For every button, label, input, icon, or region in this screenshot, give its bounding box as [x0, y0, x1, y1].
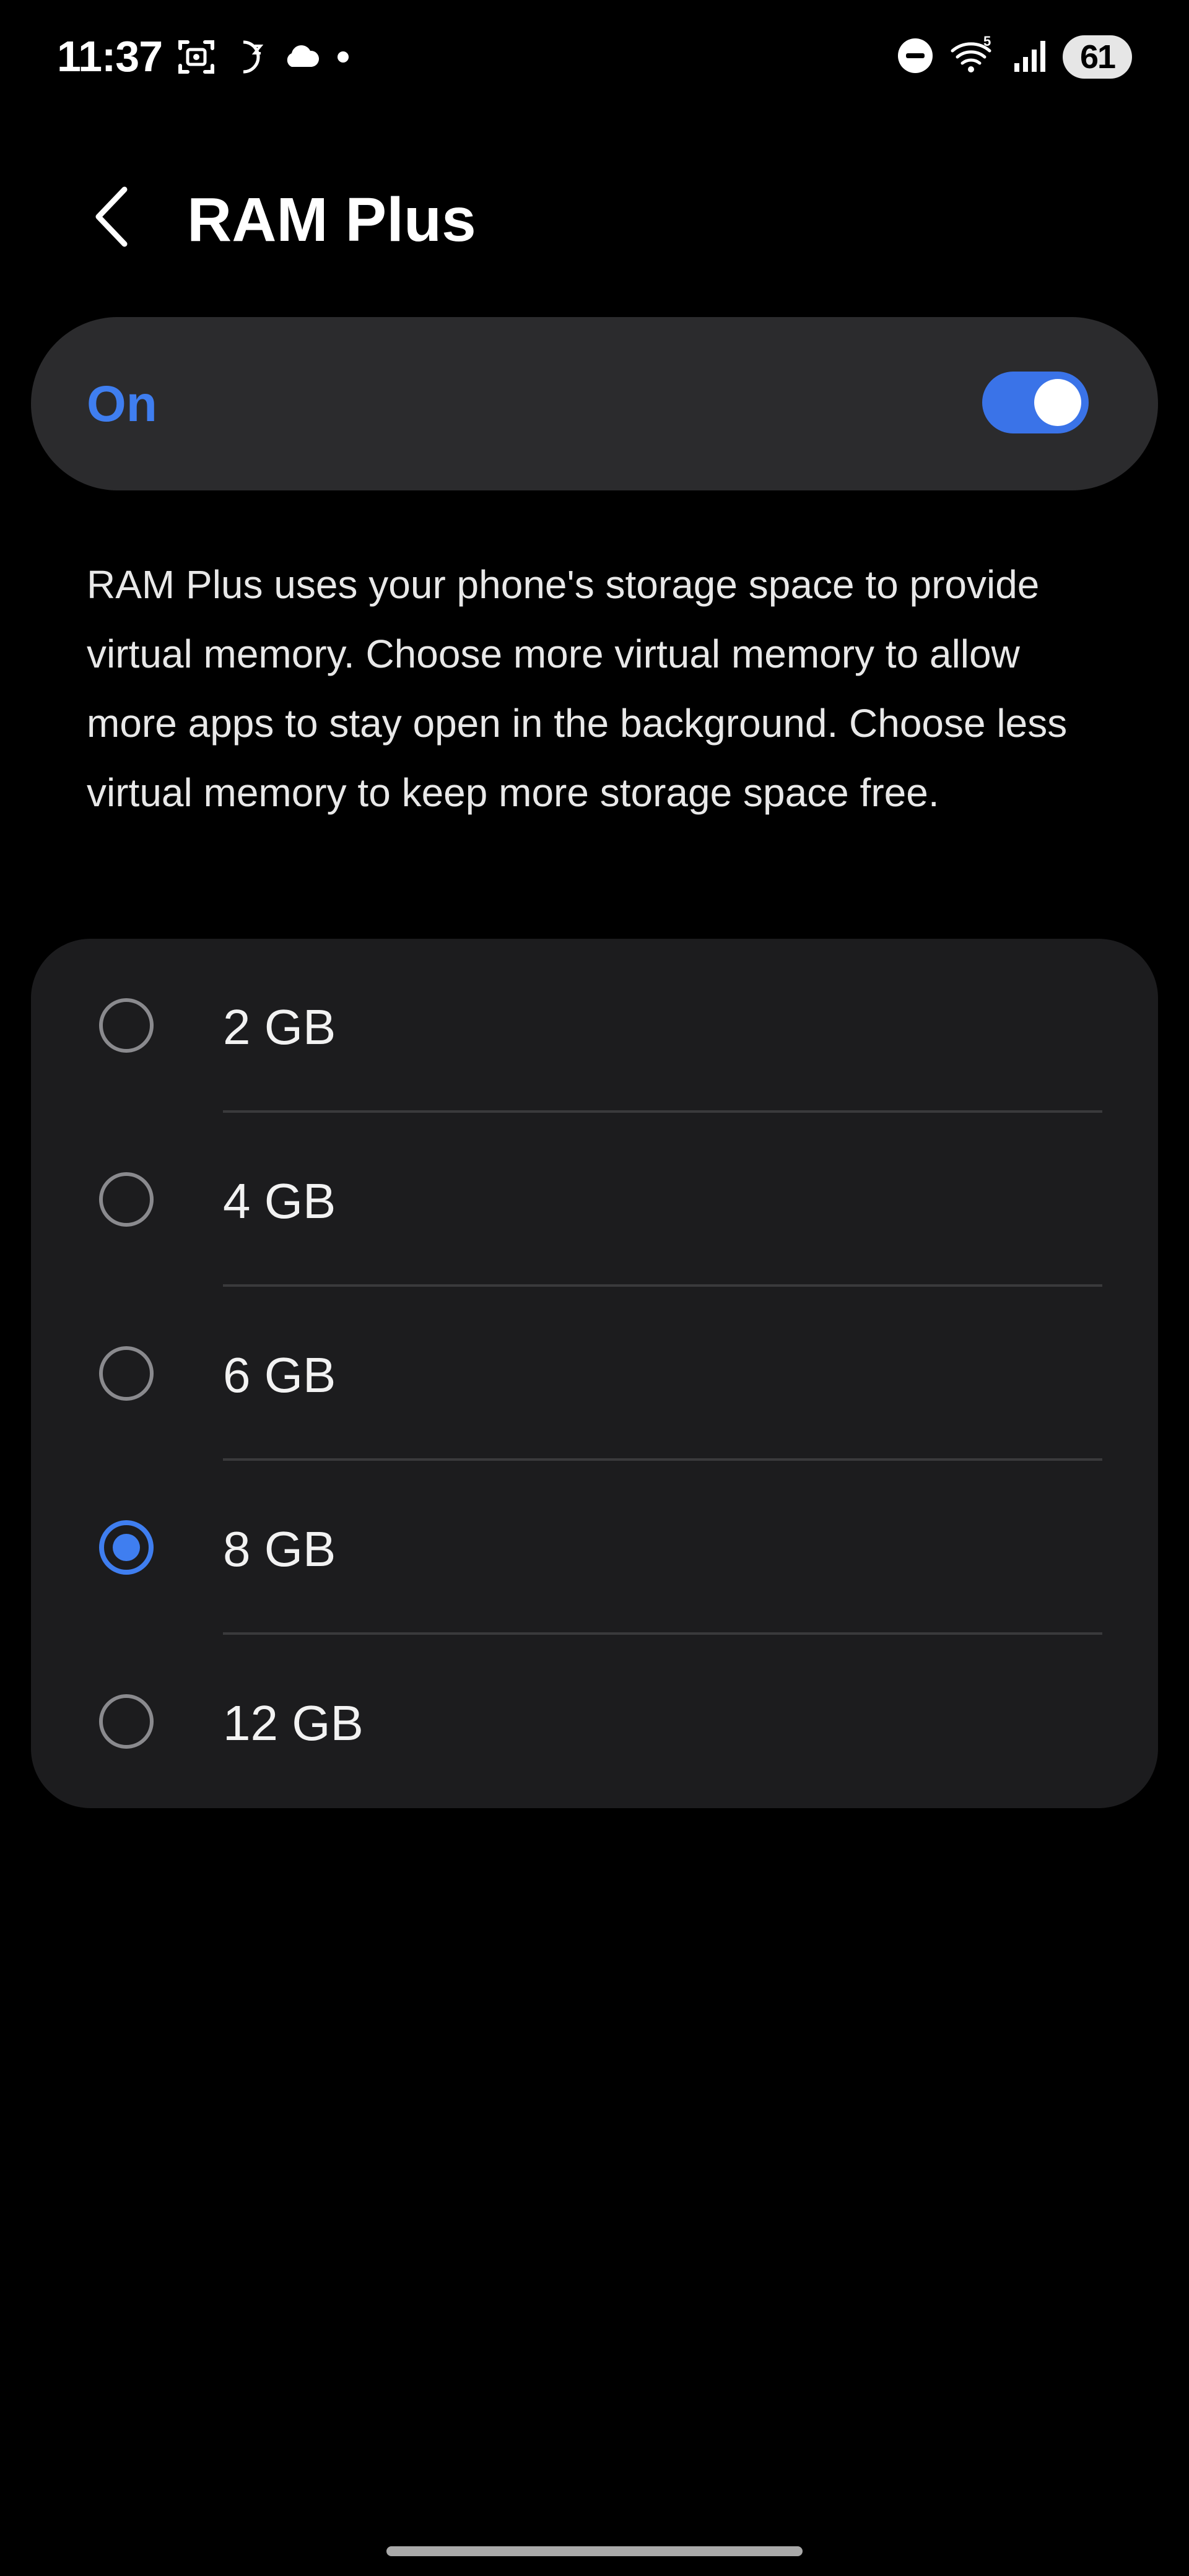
status-bar: 11:37 5 61	[0, 0, 1189, 111]
option-12gb[interactable]: 12 GB	[31, 1635, 1158, 1808]
option-label: 6 GB	[223, 1347, 336, 1403]
radio-button-selected[interactable]	[99, 1520, 154, 1575]
option-4gb[interactable]: 4 GB	[31, 1113, 1158, 1287]
option-6gb[interactable]: 6 GB	[31, 1287, 1158, 1461]
navigation-handle[interactable]	[386, 2546, 803, 2556]
status-icons-left	[176, 32, 352, 82]
option-label: 4 GB	[223, 1173, 336, 1229]
do-not-disturb-icon	[897, 37, 934, 77]
status-icons-right: 5 61	[897, 32, 1132, 82]
option-label: 8 GB	[223, 1521, 336, 1577]
chevron-left-icon	[95, 186, 128, 247]
toggle-state-label: On	[87, 376, 157, 432]
option-label: 12 GB	[223, 1695, 364, 1751]
option-label: 2 GB	[223, 999, 336, 1055]
page-title: RAM Plus	[187, 185, 476, 255]
cloud-icon	[283, 42, 320, 72]
memory-size-options: 2 GB 4 GB 6 GB 8 GB 12 GB	[31, 939, 1158, 1808]
ram-plus-description: RAM Plus uses your phone's storage space…	[87, 562, 1068, 815]
app-header: RAM Plus	[0, 161, 1189, 272]
status-time: 11:37	[57, 32, 163, 80]
battery-indicator: 61	[1063, 35, 1132, 79]
radio-button[interactable]	[99, 998, 154, 1053]
option-2gb[interactable]: 2 GB	[31, 939, 1158, 1113]
ram-plus-master-toggle[interactable]: On	[31, 317, 1158, 490]
moon-icon	[230, 37, 269, 77]
ram-plus-switch[interactable]	[982, 372, 1089, 433]
radio-button[interactable]	[99, 1694, 154, 1749]
radio-button[interactable]	[99, 1172, 154, 1227]
dot-icon	[334, 48, 352, 66]
switch-knob	[1034, 379, 1081, 426]
option-8gb[interactable]: 8 GB	[31, 1461, 1158, 1635]
screen-capture-icon	[176, 37, 216, 77]
wifi-icon: 5	[949, 33, 998, 79]
radio-button[interactable]	[99, 1346, 154, 1401]
signal-icon	[1013, 38, 1048, 76]
back-button[interactable]	[74, 180, 149, 254]
wifi-badge: 5	[983, 36, 991, 49]
